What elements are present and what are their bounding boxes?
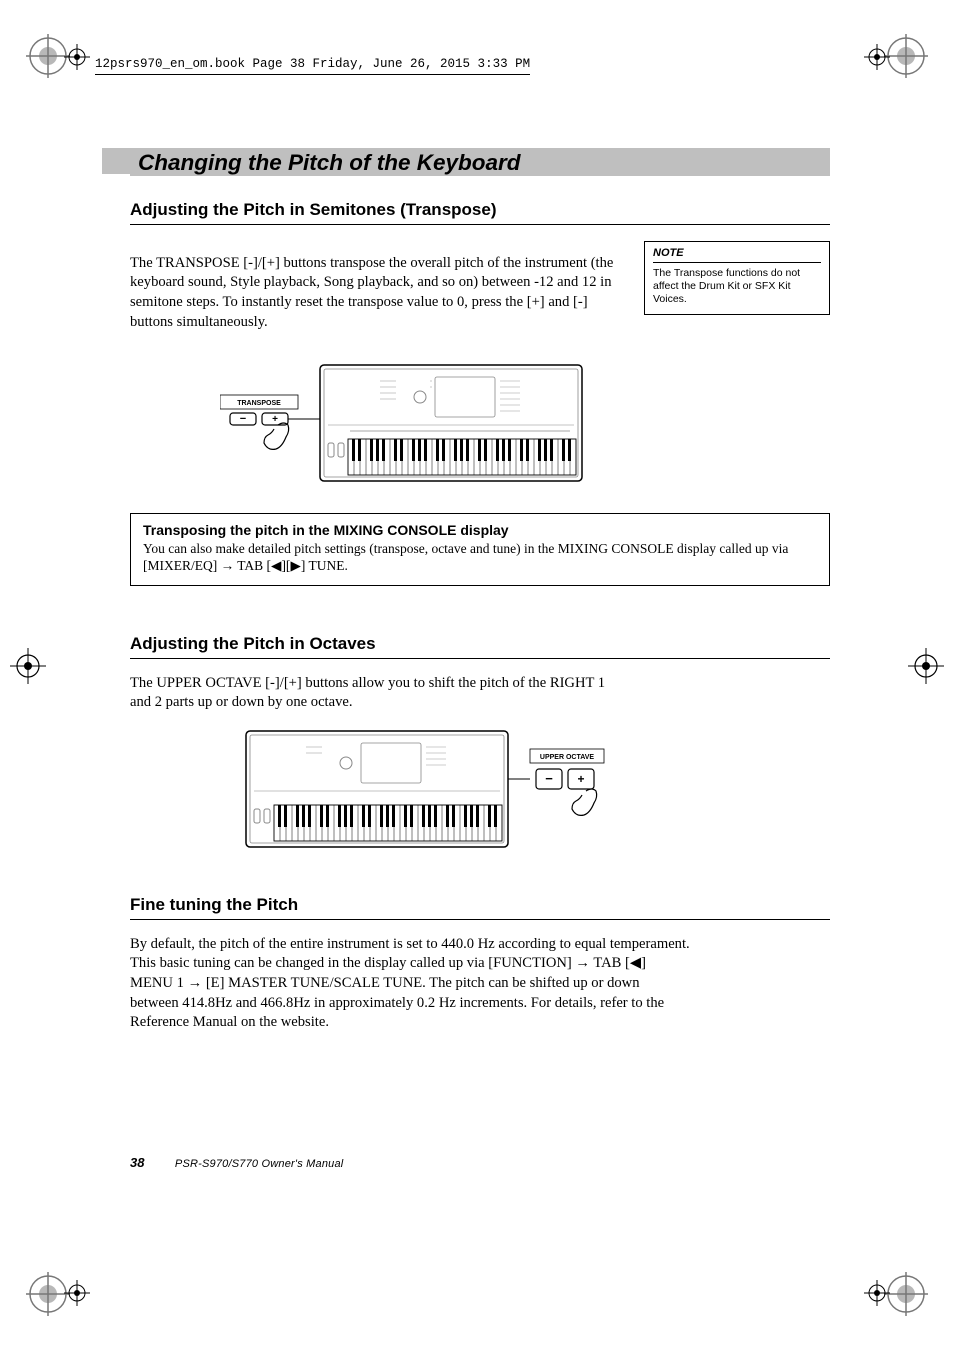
diagram-octave-minus: −	[545, 771, 553, 786]
header-build-line: 12psrs970_en_om.book Page 38 Friday, Jun…	[95, 55, 530, 75]
side-tab	[102, 148, 130, 174]
reg-mark-bottom-right	[884, 1272, 928, 1316]
body-transpose: The TRANSPOSE [-]/[+] buttons transpose …	[130, 254, 620, 333]
reg-mark-bottom-small-left	[64, 1280, 90, 1306]
callout-mixing-console: Transposing the pitch in the MIXING CONS…	[130, 513, 830, 586]
hand-icon	[572, 789, 597, 815]
diagram-plus: +	[272, 414, 278, 425]
reg-mark-bottom-small-right	[864, 1280, 890, 1306]
diagram-octave-plus: +	[577, 772, 584, 786]
note-title: NOTE	[653, 247, 821, 263]
diagram-octave-label: UPPER OCTAVE	[540, 754, 595, 761]
note-text: The Transpose functions do not affect th…	[653, 267, 821, 306]
footer: 38 PSR-S970/S770 Owner's Manual	[130, 1154, 343, 1172]
doc-title: PSR-S970/S770 Owner's Manual	[175, 1158, 344, 1170]
heading-octaves: Adjusting the Pitch in Octaves	[130, 634, 830, 659]
diagram-octaves: UPPER OCTAVE − +	[242, 729, 830, 859]
page-number: 38	[130, 1155, 144, 1170]
callout-title: Transposing the pitch in the MIXING CONS…	[143, 522, 817, 538]
body-finetune: By default, the pitch of the entire inst…	[130, 935, 690, 1033]
section-banner: Changing the Pitch of the Keyboard	[130, 148, 830, 176]
reg-mark-top-small-right	[864, 44, 890, 70]
diagram-transpose: TRANSPOSE − +	[220, 363, 830, 493]
heading-finetune: Fine tuning the Pitch	[130, 895, 830, 920]
reg-mark-top-right	[884, 34, 928, 78]
hand-icon	[264, 423, 289, 449]
reg-mark-right	[908, 648, 944, 684]
note-box: NOTE The Transpose functions do not affe…	[644, 241, 830, 315]
diagram-minus: −	[240, 413, 246, 425]
callout-text: You can also make detailed pitch setting…	[143, 540, 817, 575]
diagram-transpose-label: TRANSPOSE	[237, 400, 281, 407]
body-octaves: The UPPER OCTAVE [-]/[+] buttons allow y…	[130, 674, 620, 713]
heading-transpose: Adjusting the Pitch in Semitones (Transp…	[130, 200, 830, 225]
reg-mark-top-small-left	[64, 44, 90, 70]
reg-mark-left	[10, 648, 46, 684]
